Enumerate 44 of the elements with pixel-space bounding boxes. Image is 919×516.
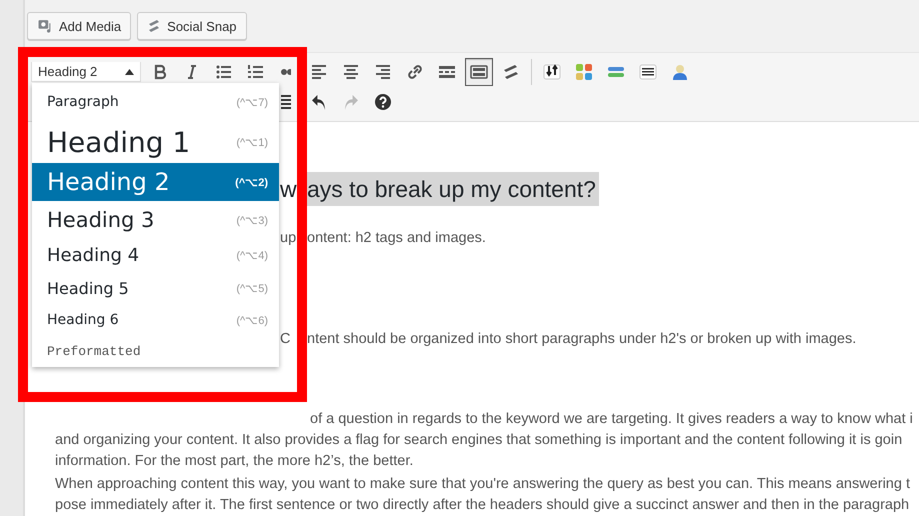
format-option[interactable]: Heading 1 (^⌥1) <box>32 121 279 163</box>
numbered-list-icon <box>247 63 265 81</box>
toolbar-toggle-button[interactable] <box>465 58 493 86</box>
read-more-icon <box>438 63 456 81</box>
text-fragment: up <box>280 229 298 248</box>
link-icon <box>406 63 424 81</box>
paragraph-text: pose immediately after it. The first sentence or two directly after the headers should give a succinct answer and then in the paragraph <box>55 496 910 515</box>
heading-fragment: w <box>280 175 298 204</box>
toolbar-toggle-icon <box>470 63 488 81</box>
align-icon <box>376 65 390 79</box>
quote-icon <box>281 68 291 76</box>
align-icon <box>312 65 326 79</box>
heading-text: ays to break up my content? <box>307 172 599 206</box>
add-media-button[interactable]: Add Media <box>27 12 132 40</box>
align-icon <box>344 65 358 79</box>
stacked-bars-icon <box>147 19 162 33</box>
format-option[interactable]: Heading 4 (^⌥4) <box>32 239 279 272</box>
format-select[interactable]: Heading 2 <box>31 62 141 82</box>
redo-icon <box>344 94 358 110</box>
person-icon <box>671 63 689 81</box>
lines-icon <box>281 95 291 109</box>
format-option[interactable]: Heading 3 (^⌥3) <box>32 201 279 239</box>
sort-arrows-icon <box>543 63 561 81</box>
media-icon <box>37 19 53 33</box>
format-option[interactable]: Heading 2 (^⌥2) <box>32 163 279 201</box>
format-option[interactable]: Heading 5 (^⌥5) <box>32 272 279 304</box>
help-icon <box>375 94 391 110</box>
format-option[interactable]: Paragraph (^⌥7) <box>32 83 279 121</box>
paragraph-text: and organizing your content. It also provides a flag for search engines that something is important and the content following it is goin <box>55 431 902 450</box>
stacked-bars-icon <box>502 63 520 81</box>
format-option[interactable]: Preformatted <box>32 336 279 367</box>
paragraph-text: When approaching content this way, you want to make sure that you're answering the query as best you can. This means answering t <box>55 475 910 494</box>
undo-icon <box>312 94 326 110</box>
paragraph-text: ontent: h2 tags and images. <box>307 229 486 248</box>
social-snap-button[interactable]: Social Snap <box>137 12 247 40</box>
paragraph-text: ntent should be organized into short paragraphs under h2's or broken up with images. <box>307 330 856 349</box>
bulleted-list-icon <box>215 63 233 81</box>
colored-squares-icon <box>575 63 593 81</box>
paragraph-text: of a question in regards to the keyword we are targeting. It gives readers a way to know what i <box>310 410 913 429</box>
lines-icon <box>639 63 657 81</box>
format-option[interactable]: Heading 6 (^⌥6) <box>32 304 279 336</box>
text-fragment: C <box>280 330 292 349</box>
paragraph-text: information. For the most part, the more h2’s, the better. <box>55 452 414 471</box>
caret-up-icon <box>125 68 134 74</box>
